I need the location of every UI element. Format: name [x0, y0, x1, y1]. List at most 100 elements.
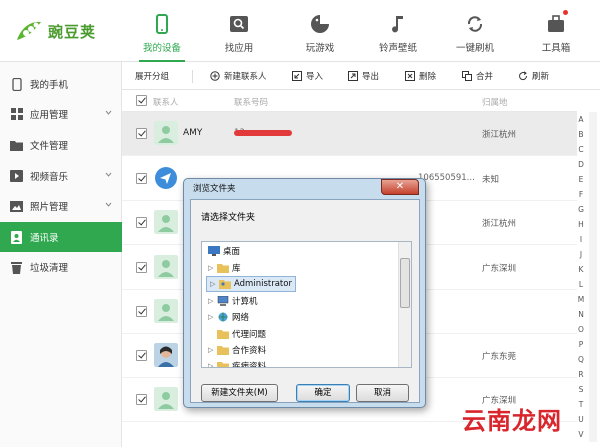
sidebar-item-my-phone[interactable]: 我的手机 — [0, 69, 122, 99]
top-bar: 豌豆荚 我的设备 找应用 玩游戏 铃声壁纸 一键刷机 工具箱 — [0, 0, 600, 62]
toolbar-divider — [192, 70, 193, 83]
close-icon[interactable]: ✕ — [381, 179, 419, 195]
contact-avatar-icon — [154, 121, 178, 145]
alphabet-index-letter[interactable]: T — [576, 397, 586, 412]
tree-node-proxy-issues[interactable]: 代理问题 — [217, 326, 266, 342]
row-checkbox[interactable] — [136, 262, 147, 273]
sidebar-item-contacts[interactable]: 通讯录 — [0, 222, 122, 252]
header-phone: 联系号码 — [234, 98, 269, 108]
alphabet-index-letter[interactable]: O — [576, 322, 586, 337]
ok-button[interactable]: 确定 — [296, 384, 350, 402]
alphabet-index-letter[interactable]: V — [576, 427, 586, 442]
expand-arrow-icon[interactable]: ▷ — [208, 313, 214, 321]
expand-arrow-icon[interactable]: ▷ — [208, 362, 214, 367]
expand-arrow-icon[interactable]: ▷ — [208, 264, 214, 272]
contact-avatar-icon — [154, 299, 178, 323]
row-checkbox[interactable] — [136, 217, 147, 228]
network-icon — [218, 312, 228, 322]
merge-button[interactable]: 合并 — [462, 62, 493, 90]
toolbox-icon — [548, 15, 564, 32]
chevron-down-icon[interactable] — [105, 201, 112, 208]
app-name: 豌豆荚 — [48, 22, 97, 41]
export-icon — [348, 71, 358, 81]
delete-button[interactable]: 删除 — [405, 62, 436, 90]
select-all-checkbox[interactable] — [136, 95, 147, 106]
nav-ringtones[interactable]: 铃声壁纸 — [363, 0, 433, 62]
tree-node-administrator[interactable]: ▷ Administrator — [206, 276, 296, 292]
computer-icon — [217, 296, 229, 306]
nav-flash[interactable]: 一键刷机 — [440, 0, 510, 62]
alphabet-index-letter[interactable]: C — [576, 142, 586, 157]
chevron-down-icon[interactable] — [105, 171, 112, 178]
alphabet-index-letter[interactable]: P — [576, 337, 586, 352]
tree-scrollbar[interactable] — [398, 242, 411, 367]
row-checkbox[interactable] — [136, 128, 147, 139]
nav-find-apps[interactable]: 找应用 — [204, 0, 274, 62]
list-scrollbar[interactable] — [589, 112, 597, 442]
new-folder-button[interactable]: 新建文件夹(M) — [201, 384, 278, 402]
row-checkbox[interactable] — [136, 394, 147, 405]
tree-scroll-thumb[interactable] — [400, 258, 410, 308]
sidebar-item-cleanup[interactable]: 垃圾清理 — [0, 252, 122, 282]
alphabet-index-letter[interactable]: N — [576, 307, 586, 322]
alphabet-index-letter[interactable]: U — [576, 412, 586, 427]
import-button[interactable]: 导入 — [292, 62, 323, 90]
alphabet-index-letter[interactable]: G — [576, 202, 586, 217]
expand-arrow-icon[interactable]: ▷ — [208, 346, 214, 354]
new-contact-button[interactable]: 新建联系人 — [210, 62, 267, 90]
alphabet-index-letter[interactable]: M — [576, 292, 586, 307]
chevron-down-icon[interactable] — [105, 109, 112, 116]
browse-folder-dialog: 浏览文件夹 ✕ 请选择文件夹 桌面 ▷ 库 ▷ Administrator ▷ … — [183, 178, 426, 408]
dialog-title: 浏览文件夹 — [193, 184, 236, 194]
row-checkbox[interactable] — [136, 173, 147, 184]
sidebar-item-media[interactable]: 视频音乐 — [0, 161, 122, 191]
alphabet-index-letter[interactable]: H — [576, 217, 586, 232]
merge-icon — [462, 71, 472, 81]
expand-arrow-icon[interactable]: ▷ — [208, 297, 214, 305]
expand-arrow-icon[interactable]: ▷ — [210, 280, 216, 288]
sidebar-item-files[interactable]: 文件管理 — [0, 130, 122, 160]
tree-node-computer[interactable]: ▷ 计算机 — [208, 293, 258, 309]
alphabet-index-letter[interactable]: S — [576, 382, 586, 397]
contact-location: 广东深圳 — [482, 264, 517, 274]
sidebar-item-photos[interactable]: 照片管理 — [0, 191, 122, 221]
alphabet-index-letter[interactable]: Q — [576, 352, 586, 367]
message-sender-icon — [155, 167, 177, 189]
app-search-icon — [230, 16, 248, 32]
cancel-button[interactable]: 取消 — [356, 384, 409, 402]
tree-node-disease-docs[interactable]: ▷ 疾病资料 — [208, 358, 266, 367]
nav-toolbox[interactable]: 工具箱 — [521, 0, 591, 62]
refresh-button[interactable]: 刷新 — [518, 62, 549, 90]
folder-icon — [217, 346, 229, 355]
app-logo[interactable]: 豌豆荚 — [14, 16, 96, 46]
alphabet-index-letter[interactable]: K — [576, 262, 586, 277]
tree-node-partner-docs[interactable]: ▷ 合作资料 — [208, 342, 266, 358]
alphabet-index-letter[interactable]: B — [576, 127, 586, 142]
tree-node-library[interactable]: ▷ 库 — [208, 260, 241, 276]
folder-tree: 桌面 ▷ 库 ▷ Administrator ▷ 计算机 ▷ 网络 代理问题 ▷… — [201, 241, 412, 368]
tree-node-desktop[interactable]: 桌面 — [208, 243, 240, 259]
nav-my-device[interactable]: 我的设备 — [127, 0, 197, 62]
alphabet-index-letter[interactable]: A — [576, 112, 586, 127]
alphabet-index-letter[interactable]: E — [576, 172, 586, 187]
nav-games[interactable]: 玩游戏 — [285, 0, 355, 62]
sidebar-item-apps[interactable]: 应用管理 — [0, 99, 122, 129]
header-contact: 联系人 — [153, 98, 179, 108]
pea-pod-icon — [17, 21, 41, 40]
contact-location: 浙江杭州 — [482, 219, 517, 229]
header-location: 归属地 — [482, 98, 508, 108]
table-row[interactable]: AMY 13 浙江杭州 — [122, 112, 577, 156]
contacts-icon — [10, 230, 23, 244]
alphabet-index-letter[interactable]: F — [576, 187, 586, 202]
row-checkbox[interactable] — [136, 306, 147, 317]
export-button[interactable]: 导出 — [348, 62, 379, 90]
tree-node-network[interactable]: ▷ 网络 — [208, 309, 249, 325]
alphabet-index-letter[interactable]: J — [576, 247, 586, 262]
alphabet-index-letter[interactable]: L — [576, 277, 586, 292]
alphabet-index-letter[interactable]: I — [576, 232, 586, 247]
group-toggle-button[interactable]: 展开分组 — [135, 62, 169, 90]
contact-avatar-icon — [154, 255, 178, 279]
row-checkbox[interactable] — [136, 350, 147, 361]
alphabet-index-letter[interactable]: R — [576, 367, 586, 382]
alphabet-index-letter[interactable]: D — [576, 157, 586, 172]
